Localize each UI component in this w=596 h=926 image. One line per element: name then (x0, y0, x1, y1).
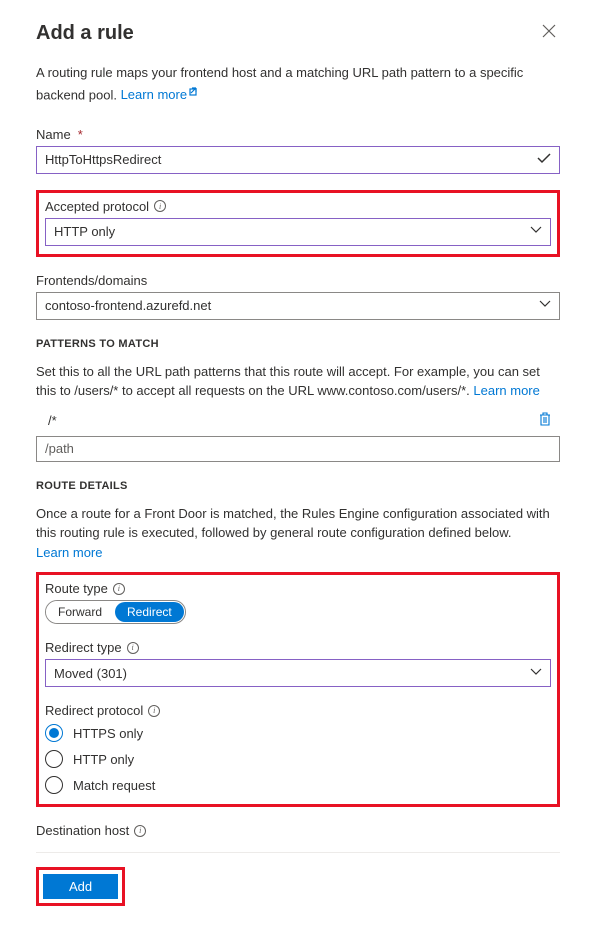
radio-label: Match request (73, 778, 155, 793)
info-icon[interactable]: i (113, 583, 125, 595)
accepted-protocol-highlight: Accepted protocol i HTTP only (36, 190, 560, 257)
panel-header: Add a rule (36, 20, 560, 47)
radio-icon (45, 750, 63, 768)
delete-icon[interactable] (538, 411, 560, 430)
route-type-label: Route type i (45, 581, 551, 596)
patterns-help: Set this to all the URL path patterns th… (36, 362, 560, 401)
frontends-field: Frontends/domains contoso-frontend.azure… (36, 273, 560, 320)
add-button-highlight: Add (36, 867, 125, 906)
radio-http-only[interactable]: HTTP only (45, 750, 551, 768)
name-input[interactable]: HttpToHttpsRedirect (36, 146, 560, 174)
page-title: Add a rule (36, 22, 134, 45)
footer: Add (36, 867, 560, 906)
chevron-down-icon (530, 668, 542, 679)
radio-label: HTTP only (73, 752, 134, 767)
frontends-select[interactable]: contoso-frontend.azurefd.net (36, 292, 560, 320)
intro-text: A routing rule maps your frontend host a… (36, 63, 560, 105)
route-type-forward[interactable]: Forward (46, 601, 114, 623)
learn-more-link[interactable]: Learn more (473, 383, 539, 398)
close-icon[interactable] (538, 20, 560, 47)
name-field: Name* HttpToHttpsRedirect (36, 127, 560, 174)
route-section-title: ROUTE DETAILS (36, 480, 560, 492)
required-indicator: * (78, 127, 83, 142)
route-help: Once a route for a Front Door is matched… (36, 504, 560, 563)
frontends-value: contoso-frontend.azurefd.net (45, 298, 211, 313)
pattern-input[interactable] (36, 436, 560, 462)
radio-match-request[interactable]: Match request (45, 776, 551, 794)
route-type-field: Route type i Forward Redirect (45, 581, 551, 624)
route-type-redirect[interactable]: Redirect (115, 602, 184, 622)
chevron-down-icon (539, 300, 551, 311)
divider (36, 852, 560, 853)
pattern-row: /* (36, 411, 560, 430)
frontends-label: Frontends/domains (36, 273, 560, 288)
redirect-type-label: Redirect type i (45, 640, 551, 655)
learn-more-link[interactable]: Learn more (36, 545, 102, 560)
destination-host-label: Destination host i (36, 823, 560, 838)
redirect-protocol-label: Redirect protocol i (45, 703, 551, 718)
info-icon[interactable]: i (127, 642, 139, 654)
info-icon[interactable]: i (134, 825, 146, 837)
protocol-label: Accepted protocol i (45, 199, 551, 214)
add-button[interactable]: Add (43, 874, 118, 899)
patterns-section-title: PATTERNS TO MATCH (36, 338, 560, 350)
route-details-highlight: Route type i Forward Redirect Redirect t… (36, 572, 560, 807)
name-value: HttpToHttpsRedirect (45, 152, 161, 167)
radio-label: HTTPS only (73, 726, 143, 741)
info-icon[interactable]: i (154, 200, 166, 212)
pattern-value: /* (36, 413, 530, 428)
protocol-select[interactable]: HTTP only (45, 218, 551, 246)
info-icon[interactable]: i (148, 705, 160, 717)
protocol-value: HTTP only (54, 224, 115, 239)
radio-icon (45, 724, 63, 742)
radio-https-only[interactable]: HTTPS only (45, 724, 551, 742)
route-type-toggle: Forward Redirect (45, 600, 186, 624)
external-link-icon (189, 83, 201, 103)
name-label: Name* (36, 127, 560, 142)
redirect-protocol-field: Redirect protocol i HTTPS only HTTP only… (45, 703, 551, 794)
redirect-type-field: Redirect type i Moved (301) (45, 640, 551, 687)
redirect-type-value: Moved (301) (54, 666, 127, 681)
redirect-protocol-group: HTTPS only HTTP only Match request (45, 724, 551, 794)
checkmark-icon (537, 152, 551, 167)
redirect-type-select[interactable]: Moved (301) (45, 659, 551, 687)
learn-more-link[interactable]: Learn more (121, 87, 201, 102)
radio-icon (45, 776, 63, 794)
chevron-down-icon (530, 226, 542, 237)
